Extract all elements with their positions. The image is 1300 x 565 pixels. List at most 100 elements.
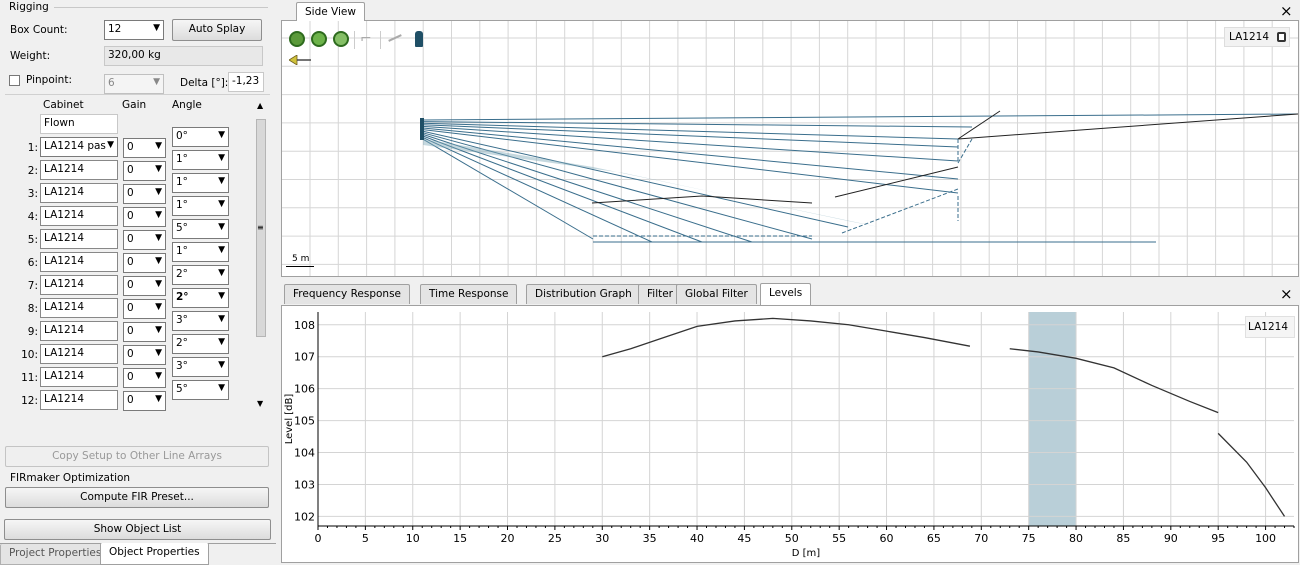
x-tick-label: 65 <box>927 532 941 545</box>
gain-select[interactable]: 0 ▼ <box>123 138 166 158</box>
tab-project-properties[interactable]: Project Properties <box>0 544 111 565</box>
y-tick-label: 104 <box>294 447 315 460</box>
fir-section-title: FIRmaker Optimization <box>10 472 131 484</box>
cabinet-field[interactable]: LA1214 <box>40 275 118 295</box>
gain-select[interactable]: 0 ▼ <box>123 230 166 250</box>
chevron-down-icon: ▼ <box>218 268 225 278</box>
gain-select[interactable]: 0 ▼ <box>123 322 166 342</box>
box-count-select[interactable]: 12 ▼ <box>104 20 164 40</box>
cabinet-field[interactable]: LA1214 <box>40 321 118 341</box>
cabinet-name: LA1214 <box>44 347 84 359</box>
gain-value: 0 <box>127 233 134 245</box>
toolbar-separator <box>354 31 355 49</box>
show-object-list-button[interactable]: Show Object List <box>4 519 271 540</box>
table-scrollbar[interactable]: ▲ ≡ ▼ <box>254 99 268 411</box>
pinpoint-checkbox[interactable] <box>9 75 20 86</box>
y-tick-label: 102 <box>294 510 315 523</box>
auto-splay-button[interactable]: Auto Splay <box>172 19 262 41</box>
gain-select[interactable]: 0 ▼ <box>123 161 166 181</box>
chevron-down-icon: ▼ <box>155 325 162 335</box>
cabinet-field[interactable]: LA1214 <box>40 367 118 387</box>
y-tick-label: 105 <box>294 415 315 428</box>
x-tick-label: 30 <box>595 532 609 545</box>
gain-value: 0 <box>127 141 134 153</box>
x-tick-label: 0 <box>315 532 322 545</box>
cabinet-name: LA1214 <box>44 324 84 336</box>
cabinet-field[interactable]: LA1214 <box>40 183 118 203</box>
cabinet-field[interactable]: LA1214 <box>40 206 118 226</box>
side-view-canvas[interactable] <box>282 21 1298 276</box>
angle-select[interactable]: 2° ▼ <box>172 334 229 354</box>
chart-tool-icon[interactable]: ⌐ <box>360 31 372 47</box>
copy-setup-button[interactable]: Copy Setup to Other Line Arrays <box>5 446 269 467</box>
cabinet-name: LA1214 <box>44 186 84 198</box>
gain-select[interactable]: 0 ▼ <box>123 184 166 204</box>
tab-time-response[interactable]: Time Response <box>420 284 518 304</box>
scroll-down-arrow-icon[interactable]: ▼ <box>257 399 263 408</box>
weight-field: 320,00 kg <box>104 46 263 66</box>
chevron-down-icon: ▼ <box>107 140 114 150</box>
tab-side-view[interactable]: Side View <box>296 2 365 21</box>
angle-select[interactable]: 3° ▼ <box>172 311 229 331</box>
x-axis-label: D [m] <box>792 548 821 559</box>
graph-close-icon[interactable]: × <box>1280 285 1293 303</box>
cabinet-name: LA1214 <box>44 255 84 267</box>
gain-select[interactable]: 0 ▼ <box>123 299 166 319</box>
cabinet-select[interactable]: LA1214 pas ▼ <box>40 137 118 157</box>
side-view-close-icon[interactable]: × <box>1280 2 1293 20</box>
scale-line <box>286 266 314 267</box>
angle-select[interactable]: 2° ▼ <box>172 265 229 285</box>
angle-select[interactable]: 2° ▼ <box>172 288 229 308</box>
scroll-up-arrow-icon[interactable]: ▲ <box>257 101 263 110</box>
column-header-gain: Gain <box>122 99 147 111</box>
angle-select[interactable]: 1° ▼ <box>172 196 229 216</box>
line-array-source <box>420 118 424 140</box>
row-number: 11: <box>21 372 38 384</box>
angle-select[interactable]: 5° ▼ <box>172 219 229 239</box>
gain-select[interactable]: 0 ▼ <box>123 276 166 296</box>
back-arrow-icon[interactable] <box>289 55 311 65</box>
angle-select[interactable]: 0° ▼ <box>172 127 229 147</box>
tab-distribution-graph[interactable]: Distribution Graph <box>526 284 641 304</box>
marker-pin-icon[interactable] <box>415 31 423 47</box>
tab-frequency-response[interactable]: Frequency Response <box>284 284 411 304</box>
zoom-fit-icon[interactable] <box>311 31 327 47</box>
tab-levels[interactable]: Levels <box>760 283 812 305</box>
side-view-panel: ⌐ LA1214 5 m <box>281 20 1299 277</box>
levels-chart[interactable]: 102 103 104 105 106 107 108 0 5 10 15 20 25 30 35 40 45 5… <box>282 306 1298 562</box>
angle-value: 1° <box>176 176 188 188</box>
cabinet-field[interactable]: LA1214 <box>40 298 118 318</box>
angle-value: 3° <box>176 360 188 372</box>
cabinet-field[interactable]: LA1214 <box>40 252 118 272</box>
cabinet-field[interactable]: LA1214 <box>40 344 118 364</box>
angle-select[interactable]: 3° ▼ <box>172 357 229 377</box>
angle-select[interactable]: 1° ▼ <box>172 150 229 170</box>
gain-select[interactable]: 0 ▼ <box>123 253 166 273</box>
gain-select[interactable]: 0 ▼ <box>123 345 166 365</box>
y-tick-label: 103 <box>294 478 315 491</box>
lock-icon[interactable] <box>1277 32 1286 42</box>
cabinet-field[interactable]: LA1214 <box>40 160 118 180</box>
tab-global-filter[interactable]: Global Filter <box>676 284 757 304</box>
cabinet-field[interactable]: LA1214 <box>40 229 118 249</box>
pinpoint-select[interactable]: 6 ▼ <box>104 74 164 94</box>
pinpoint-label: Pinpoint: <box>26 74 72 86</box>
zoom-out-icon[interactable] <box>333 31 349 47</box>
chevron-down-icon: ▼ <box>155 302 162 312</box>
angle-select[interactable]: 5° ▼ <box>172 380 229 400</box>
row-number: 1: <box>27 142 38 154</box>
arrow-left-icon <box>289 55 311 65</box>
angle-select[interactable]: 1° ▼ <box>172 173 229 193</box>
tab-object-properties[interactable]: Object Properties <box>100 543 209 565</box>
delta-field[interactable]: -1,23 <box>228 72 264 92</box>
cabinet-field[interactable]: LA1214 <box>40 390 118 410</box>
cabinet-name: LA1214 <box>44 370 84 382</box>
compute-fir-button[interactable]: Compute FIR Preset... <box>5 487 269 508</box>
zoom-in-icon[interactable] <box>289 31 305 47</box>
chevron-down-icon: ▼ <box>218 337 225 347</box>
gain-select[interactable]: 0 ▼ <box>123 207 166 227</box>
gain-select[interactable]: 0 ▼ <box>123 368 166 388</box>
gain-select[interactable]: 0 ▼ <box>123 391 166 411</box>
angle-select[interactable]: 1° ▼ <box>172 242 229 262</box>
left-panel: Rigging Box Count: 12 ▼ Auto Splay Weight… <box>0 0 276 565</box>
